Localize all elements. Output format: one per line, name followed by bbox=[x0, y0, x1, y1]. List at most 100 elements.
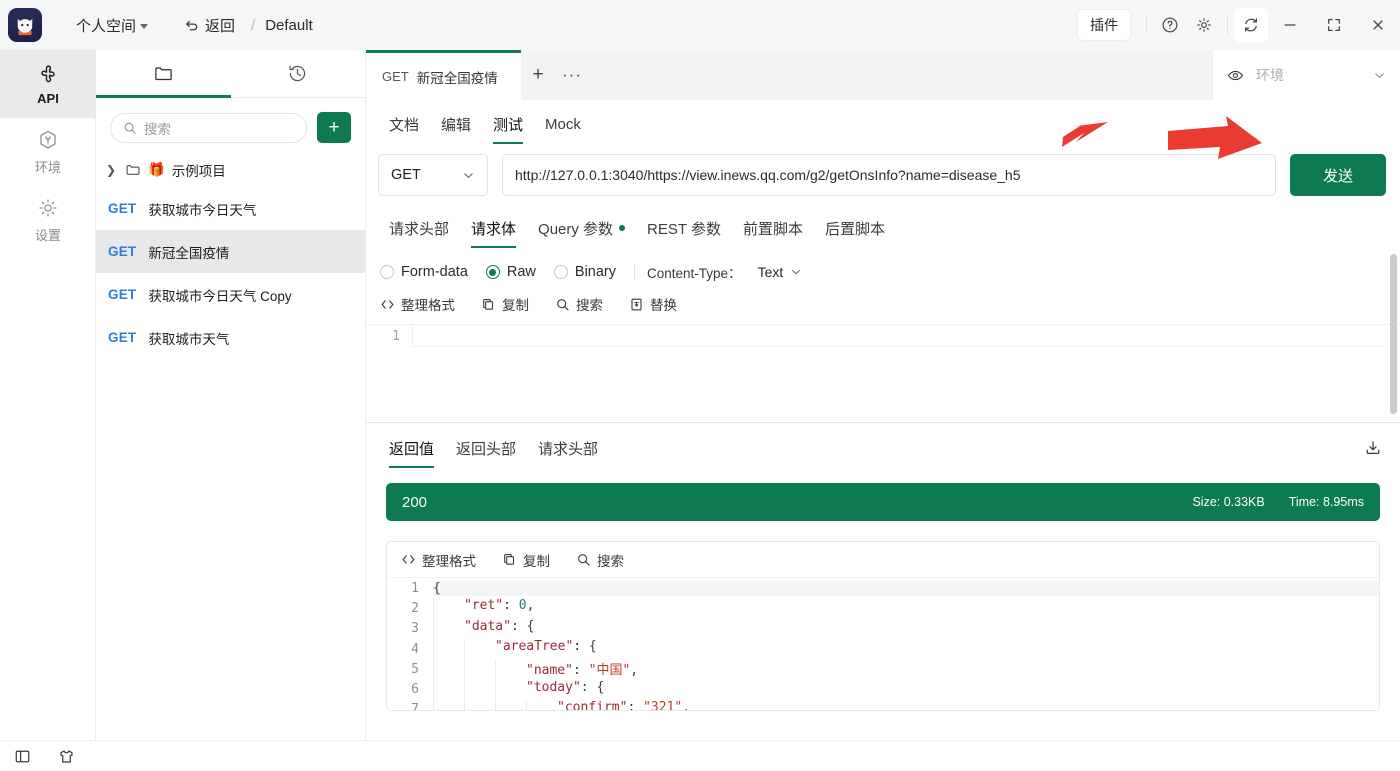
indent-guide bbox=[464, 700, 495, 711]
search-button[interactable]: 搜索 bbox=[555, 294, 603, 314]
gear-icon[interactable] bbox=[1187, 8, 1221, 42]
line-content: "today": { bbox=[433, 680, 1379, 700]
history-tab[interactable] bbox=[231, 50, 366, 97]
tab-test[interactable]: 测试 bbox=[482, 100, 534, 148]
tab-underline bbox=[96, 95, 231, 98]
tab-response-headers[interactable]: 返回头部 bbox=[445, 424, 527, 472]
theme-shirt-icon[interactable] bbox=[54, 744, 78, 768]
download-icon[interactable] bbox=[1360, 435, 1386, 461]
request-body-editor[interactable]: 1 bbox=[366, 324, 1400, 412]
indent-guide bbox=[433, 639, 464, 659]
line-content: "name": "中国", bbox=[433, 659, 1379, 679]
tab-sent-request-headers[interactable]: 请求头部 bbox=[527, 424, 609, 472]
plugin-button[interactable]: 插件 bbox=[1078, 10, 1130, 40]
tab-doc[interactable]: 文档 bbox=[378, 100, 430, 148]
url-input[interactable]: http://127.0.0.1:3040/https://view.inews… bbox=[502, 154, 1276, 196]
line-number: 1 bbox=[366, 329, 412, 344]
sidebar-item-api[interactable]: API bbox=[0, 50, 96, 118]
left-rail: API 环境 设置 bbox=[0, 50, 96, 771]
tab-underline bbox=[471, 246, 516, 249]
workspace-selector[interactable]: 个人空间 bbox=[70, 11, 154, 40]
new-tab-button[interactable]: + bbox=[521, 50, 555, 100]
tab-request-body[interactable]: 请求体 bbox=[460, 205, 527, 251]
content-type-select[interactable]: Text bbox=[758, 264, 803, 280]
json-token: "321" bbox=[643, 700, 682, 711]
tab-post-script[interactable]: 后置脚本 bbox=[814, 205, 896, 251]
tab-label: REST 参数 bbox=[647, 218, 721, 239]
tab-edit[interactable]: 编辑 bbox=[430, 100, 482, 148]
line-content[interactable] bbox=[412, 325, 1384, 347]
list-item[interactable]: GET 获取城市天气 bbox=[96, 316, 365, 359]
folder-tab[interactable] bbox=[96, 50, 231, 97]
json-line: 6"today": { bbox=[387, 679, 1379, 699]
copy-icon bbox=[481, 297, 496, 312]
request-scrollbar[interactable] bbox=[1390, 254, 1397, 440]
list-item[interactable]: GET 新冠全国疫情 bbox=[96, 230, 365, 273]
sidebar-item-env[interactable]: 环境 bbox=[0, 118, 96, 186]
add-api-button[interactable]: + bbox=[317, 112, 351, 143]
document-tab[interactable]: GET 新冠全国疫情 bbox=[366, 50, 521, 100]
send-button[interactable]: 发送 bbox=[1290, 154, 1386, 196]
search-input[interactable]: 搜索 bbox=[110, 113, 307, 143]
radio-raw[interactable]: Raw bbox=[486, 264, 536, 280]
indent-guide bbox=[495, 700, 526, 711]
json-line: 3"data": { bbox=[387, 619, 1379, 639]
document-tab-strip: GET 新冠全国疫情 + ··· 环境 bbox=[366, 50, 1400, 100]
sidebar-item-settings[interactable]: 设置 bbox=[0, 186, 96, 254]
search-button[interactable]: 搜索 bbox=[576, 550, 624, 570]
tab-mock[interactable]: Mock bbox=[534, 100, 592, 148]
method-value: GET bbox=[391, 167, 421, 183]
list-item[interactable]: GET 获取城市今日天气 bbox=[96, 187, 365, 230]
copy-button[interactable]: 复制 bbox=[502, 550, 550, 570]
refresh-icon[interactable] bbox=[1234, 8, 1268, 42]
json-token: "data" bbox=[464, 619, 511, 634]
tab-request-headers[interactable]: 请求头部 bbox=[378, 205, 460, 251]
replace-icon bbox=[629, 297, 644, 312]
minimize-icon[interactable] bbox=[1268, 0, 1312, 50]
tab-label: 编辑 bbox=[441, 114, 471, 135]
copy-button[interactable]: 复制 bbox=[481, 294, 529, 314]
status-metrics: Size: 0.33KB Time: 8.95ms bbox=[1192, 495, 1364, 509]
tab-response-body[interactable]: 返回值 bbox=[378, 424, 445, 472]
tab-underline bbox=[493, 142, 523, 145]
window-controls: 插件 bbox=[1078, 0, 1400, 50]
api-list-panel: 搜索 + ❯ 🎁 示例项目 GET 获取城市今日天气 GET 新冠全国疫情 GE… bbox=[96, 50, 366, 740]
url-value: http://127.0.0.1:3040/https://view.inews… bbox=[515, 167, 1021, 183]
radio-icon bbox=[380, 265, 394, 279]
content-type-value: Text bbox=[758, 264, 784, 280]
radio-binary[interactable]: Binary bbox=[554, 264, 616, 280]
content-type-label: Content-Type： bbox=[647, 262, 742, 282]
scrollbar-thumb[interactable] bbox=[1390, 254, 1397, 414]
format-button[interactable]: 整理格式 bbox=[380, 294, 455, 314]
close-icon[interactable] bbox=[1356, 0, 1400, 50]
indent-guide bbox=[433, 619, 464, 639]
chevron-down-icon bbox=[140, 24, 148, 29]
back-button[interactable]: 返回 bbox=[178, 11, 241, 40]
chevron-down-icon bbox=[462, 169, 475, 182]
app-logo-icon bbox=[8, 8, 42, 42]
environment-selector[interactable]: 环境 bbox=[1212, 50, 1400, 100]
help-circle-icon[interactable] bbox=[1153, 8, 1187, 42]
method-select[interactable]: GET bbox=[378, 154, 488, 196]
radio-form-data[interactable]: Form-data bbox=[380, 264, 468, 280]
tab-underline bbox=[389, 246, 449, 249]
bottom-status-bar bbox=[0, 740, 1400, 771]
format-button[interactable]: 整理格式 bbox=[401, 550, 476, 570]
maximize-icon[interactable] bbox=[1312, 0, 1356, 50]
tab-pre-script[interactable]: 前置脚本 bbox=[732, 205, 814, 251]
response-json-viewer[interactable]: 整理格式 复制 搜索 1{2"ret": 0 bbox=[386, 541, 1380, 711]
chevron-down-icon bbox=[1373, 69, 1386, 82]
json-token: "ret" bbox=[464, 598, 503, 613]
list-item[interactable]: GET 获取城市今日天气 Copy bbox=[96, 273, 365, 316]
toggle-sidebar-icon[interactable] bbox=[10, 744, 34, 768]
divider bbox=[634, 264, 635, 280]
tab-more-button[interactable]: ··· bbox=[555, 50, 589, 100]
folder-row-example-project[interactable]: ❯ 🎁 示例项目 bbox=[96, 153, 365, 187]
replace-button[interactable]: 替换 bbox=[629, 294, 677, 314]
tab-query-params[interactable]: Query 参数 bbox=[527, 205, 636, 251]
json-line: 1{ bbox=[387, 578, 1379, 598]
json-line: 5"name": "中国", bbox=[387, 659, 1379, 679]
tab-rest-params[interactable]: REST 参数 bbox=[636, 205, 732, 251]
main-panel: GET 新冠全国疫情 + ··· 环境 文档 编辑 测试 Mock bbox=[366, 50, 1400, 740]
indent-guide bbox=[464, 639, 495, 659]
